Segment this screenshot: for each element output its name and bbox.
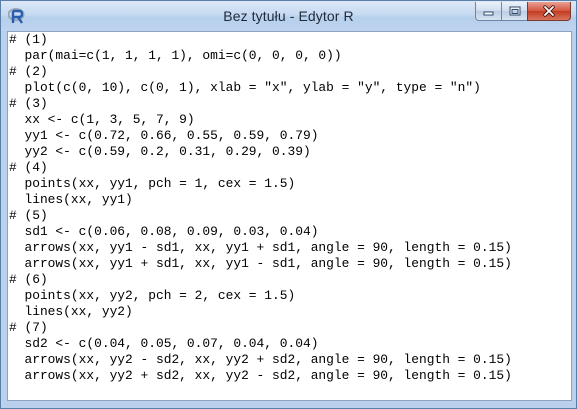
- code-line: plot(c(0, 10), c(0, 1), xlab = "x", ylab…: [9, 80, 481, 95]
- code-line: # (5): [9, 208, 48, 223]
- code-line: yy2 <- c(0.59, 0.2, 0.31, 0.29, 0.39): [9, 144, 311, 159]
- caption-buttons: [475, 2, 571, 22]
- code-line: xx <- c(1, 3, 5, 7, 9): [9, 112, 195, 127]
- code-line: arrows(xx, yy2 + sd2, xx, yy2 - sd2, ang…: [9, 368, 512, 383]
- code-line: # (1): [9, 32, 48, 47]
- code-line: arrows(xx, yy1 - sd1, xx, yy1 + sd1, ang…: [9, 240, 512, 255]
- code-line: arrows(xx, yy2 - sd2, xx, yy2 + sd2, ang…: [9, 352, 512, 367]
- code-editor[interactable]: # (1) par(mai=c(1, 1, 1, 1), omi=c(0, 0,…: [7, 31, 572, 401]
- code-line: # (6): [9, 272, 48, 287]
- close-button[interactable]: [527, 2, 571, 21]
- code-line: # (4): [9, 160, 48, 175]
- code-line: # (7): [9, 320, 48, 335]
- code-line: sd1 <- c(0.06, 0.08, 0.09, 0.03, 0.04): [9, 224, 319, 239]
- close-icon: [543, 5, 555, 17]
- code-line: yy1 <- c(0.72, 0.66, 0.55, 0.59, 0.79): [9, 128, 319, 143]
- editor-window: Bez tytułu - Edytor R # (1) par(mai=c(1,…: [0, 0, 577, 409]
- code-line: sd2 <- c(0.04, 0.05, 0.07, 0.04, 0.04): [9, 336, 319, 351]
- minimize-button[interactable]: [475, 2, 502, 21]
- code-line: lines(xx, yy2): [9, 304, 133, 319]
- maximize-button[interactable]: [501, 2, 528, 21]
- code-line: # (2): [9, 64, 48, 79]
- code-line: points(xx, yy1, pch = 1, cex = 1.5): [9, 176, 296, 191]
- maximize-icon: [509, 6, 520, 16]
- title-bar[interactable]: Bez tytułu - Edytor R: [1, 1, 576, 31]
- code-line: arrows(xx, yy1 + sd1, xx, yy1 - sd1, ang…: [9, 256, 512, 271]
- code-line: # (3): [9, 96, 48, 111]
- code-line: par(mai=c(1, 1, 1, 1), omi=c(0, 0, 0, 0)…: [9, 48, 342, 63]
- code-line: points(xx, yy2, pch = 2, cex = 1.5): [9, 288, 296, 303]
- minimize-icon: [483, 11, 494, 15]
- code-line: lines(xx, yy1): [9, 192, 133, 207]
